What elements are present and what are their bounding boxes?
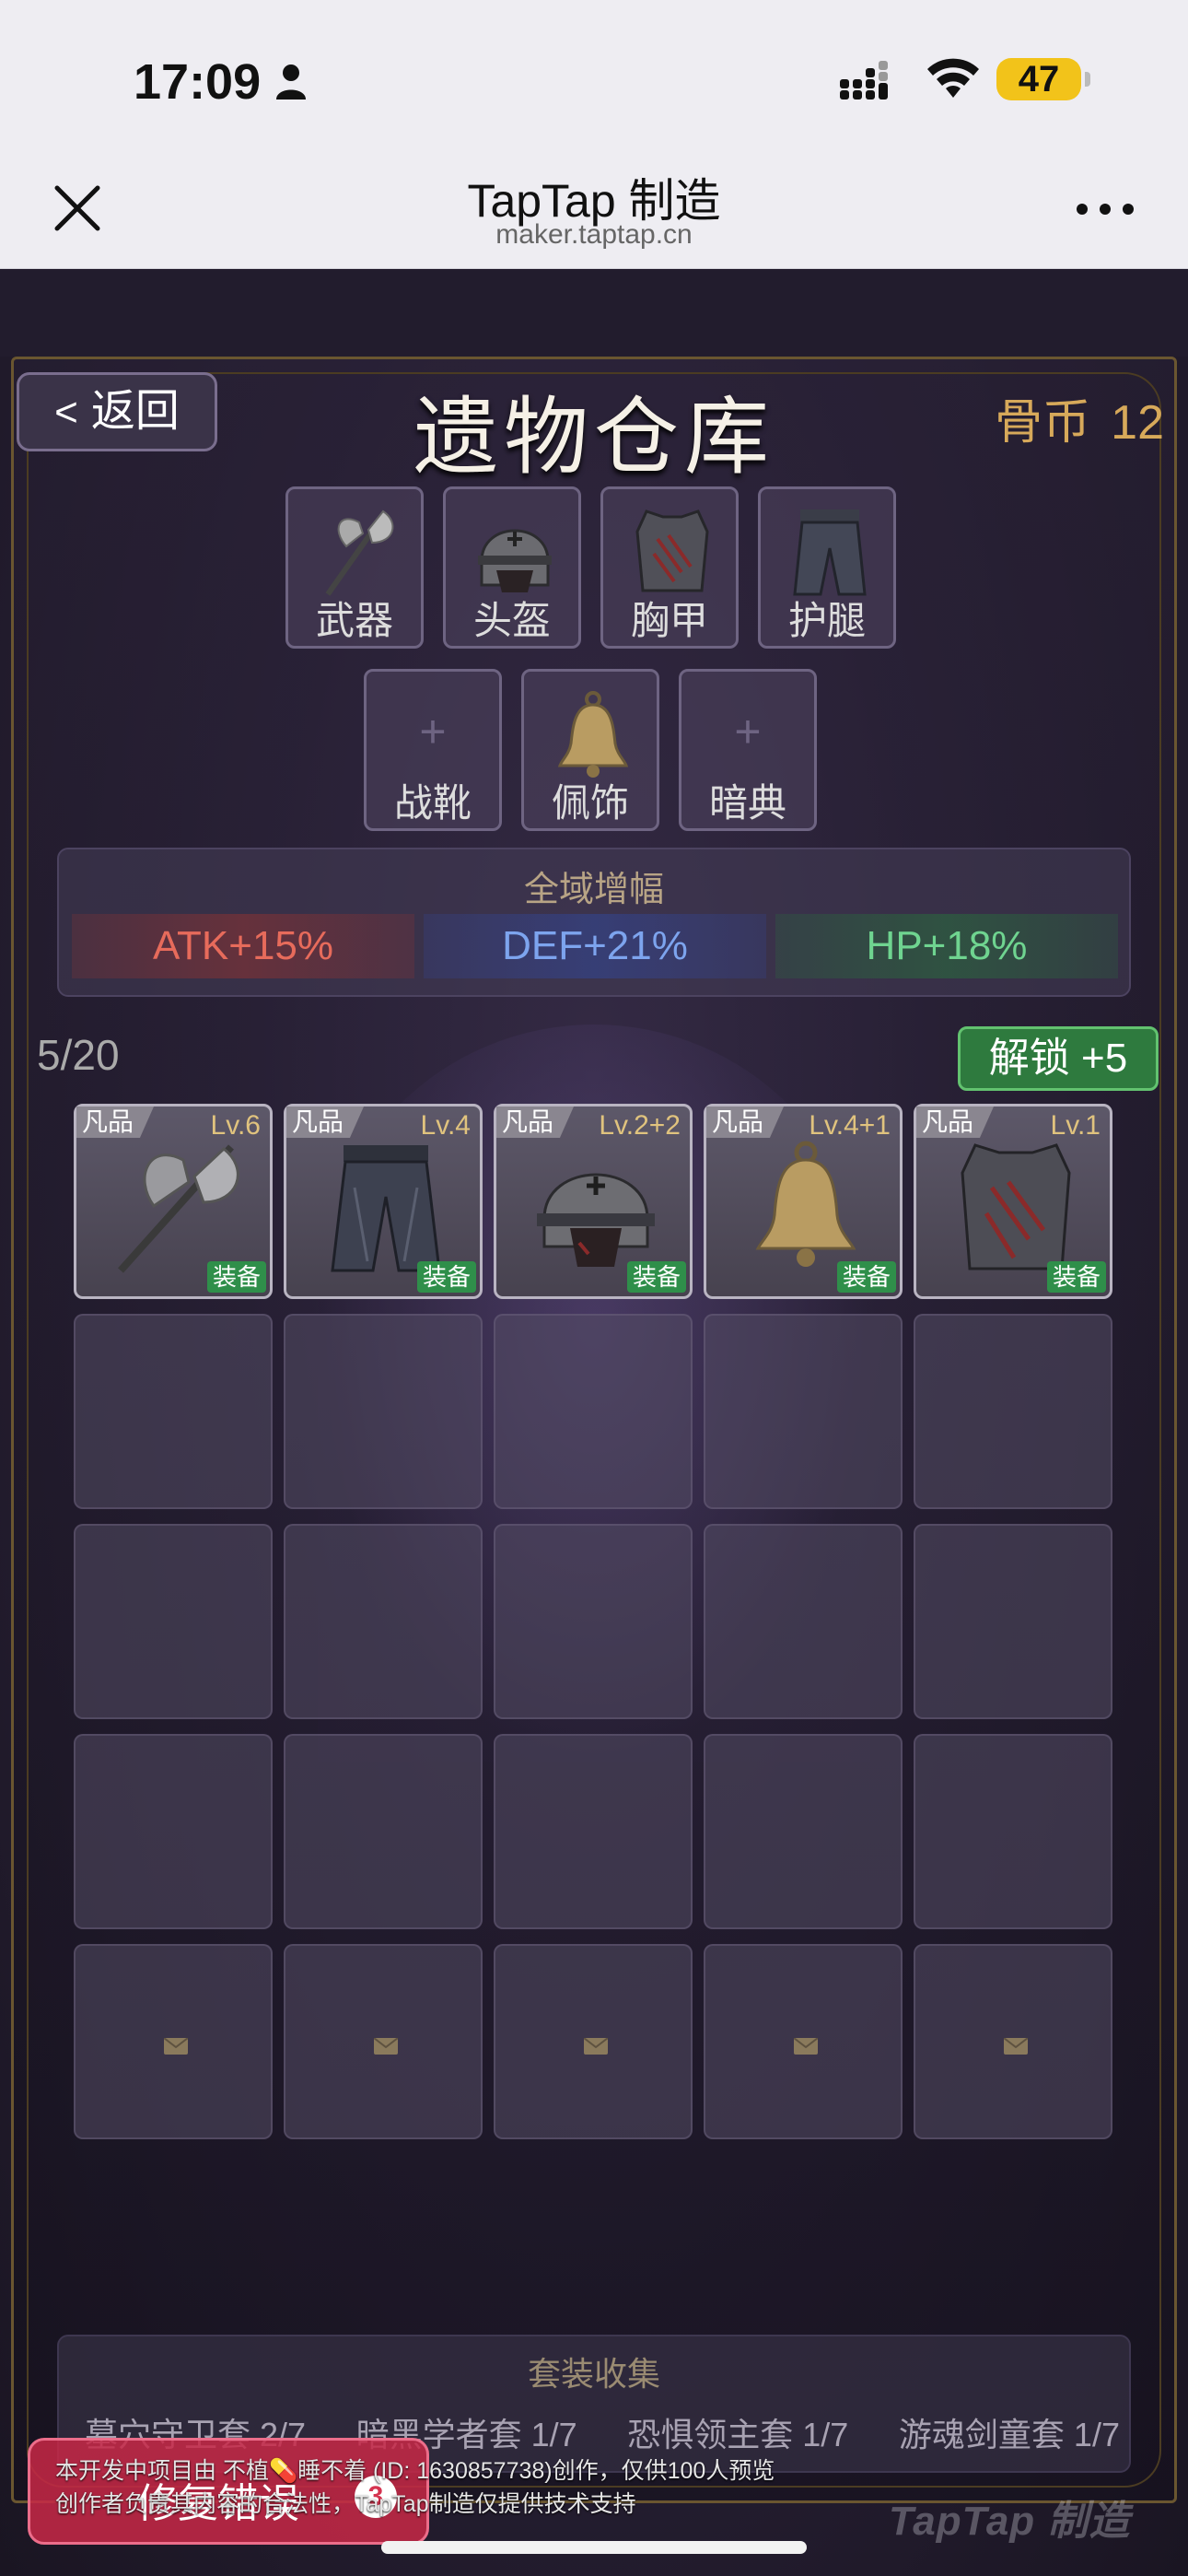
battery-indicator: 47 <box>996 58 1090 100</box>
item-level: Lv.4+1 <box>809 1110 891 1141</box>
equip-button[interactable]: 装备 <box>416 1261 476 1293</box>
helmet-icon <box>537 1173 655 1267</box>
chestplate-icon <box>635 509 709 592</box>
person-icon <box>276 64 306 100</box>
atk-boost: ATK+15% <box>72 914 414 978</box>
axe-icon <box>325 509 394 596</box>
envelope-icon <box>584 2038 608 2055</box>
empty-slot[interactable] <box>704 1524 903 1719</box>
cellular-signal-icon <box>840 61 888 100</box>
taptap-watermark: TapTap 制造 <box>889 2499 1131 2544</box>
slot-weapon[interactable]: 武器 <box>285 486 424 649</box>
item-level: Lv.1 <box>1050 1110 1101 1141</box>
def-boost: DEF+21% <box>424 914 766 978</box>
slot-helmet[interactable]: 头盔 <box>443 486 581 649</box>
envelope-icon <box>1004 2038 1028 2055</box>
bell-icon <box>755 1141 856 1267</box>
wifi-icon <box>927 58 979 98</box>
empty-slot[interactable] <box>914 1524 1112 1719</box>
locked-slot[interactable] <box>284 1944 483 2139</box>
empty-slot[interactable] <box>704 1734 903 1929</box>
empty-slot[interactable] <box>914 1734 1112 1929</box>
leggings-icon <box>331 1145 441 1272</box>
slot-leggings[interactable]: 护腿 <box>758 486 896 649</box>
helmet-icon <box>478 529 552 592</box>
inventory-item[interactable]: 凡品 Lv.1 装备 <box>914 1104 1112 1299</box>
empty-slot[interactable] <box>284 1524 483 1719</box>
empty-slot[interactable] <box>494 1314 693 1509</box>
set-item: 恐惧领主套 1/7 <box>627 2416 849 2453</box>
bone-coin-counter: 骨币 12 <box>995 396 1164 450</box>
equip-button[interactable]: 装备 <box>206 1261 266 1293</box>
locked-slot[interactable] <box>74 1944 273 2139</box>
axe-icon <box>118 1144 239 1273</box>
bell-icon <box>557 691 629 778</box>
home-indicator[interactable] <box>381 2541 807 2554</box>
item-level: Lv.6 <box>210 1110 261 1141</box>
empty-slot[interactable] <box>494 1734 693 1929</box>
more-icon[interactable] <box>1076 203 1135 216</box>
slot-dark-tome[interactable]: + 暗典 <box>679 669 817 831</box>
developer-notice: 本开发中项目由 不植💊睡不着 (ID: 1630857738)创作，仅供100人… <box>55 2458 775 2517</box>
envelope-icon <box>794 2038 818 2055</box>
hp-boost: HP+18% <box>775 914 1118 978</box>
item-level: Lv.2+2 <box>599 1110 681 1141</box>
leggings-icon <box>793 509 867 596</box>
empty-slot[interactable] <box>74 1524 273 1719</box>
empty-slot[interactable] <box>284 1734 483 1929</box>
equip-button[interactable]: 装备 <box>1046 1261 1106 1293</box>
inventory-item[interactable]: 凡品 Lv.4 装备 <box>284 1104 483 1299</box>
plus-icon: + <box>734 706 762 757</box>
locked-slot[interactable] <box>494 1944 693 2139</box>
unlock-button[interactable]: 解锁 +5 <box>958 1026 1159 1091</box>
browser-url: maker.taptap.cn <box>495 219 693 250</box>
inventory-capacity: 5/20 <box>37 1031 120 1079</box>
inventory-item[interactable]: 凡品 Lv.2+2 装备 <box>494 1104 693 1299</box>
slot-accessory[interactable]: 佩饰 <box>521 669 659 831</box>
empty-slot[interactable] <box>494 1524 693 1719</box>
empty-slot[interactable] <box>704 1314 903 1509</box>
equip-button[interactable]: 装备 <box>836 1261 896 1293</box>
empty-slot[interactable] <box>914 1314 1112 1509</box>
status-bar: 17:09 47 <box>0 0 1188 147</box>
browser-header: TapTap 制造 maker.taptap.cn <box>0 147 1188 269</box>
empty-slot[interactable] <box>74 1314 273 1509</box>
plus-icon: + <box>419 706 447 757</box>
equip-button[interactable]: 装备 <box>626 1261 686 1293</box>
set-item: 游魂剑童套 1/7 <box>898 2416 1120 2453</box>
locked-slot[interactable] <box>704 1944 903 2139</box>
locked-slot[interactable] <box>914 1944 1112 2139</box>
empty-slot[interactable] <box>74 1734 273 1929</box>
slot-chest[interactable]: 胸甲 <box>600 486 739 649</box>
envelope-icon <box>164 2038 188 2055</box>
slot-boots[interactable]: + 战靴 <box>364 669 502 831</box>
status-time: 17:09 <box>134 54 262 110</box>
inventory-item[interactable]: 凡品 Lv.6 装备 <box>74 1104 273 1299</box>
inventory-item[interactable]: 凡品 Lv.4+1 装备 <box>704 1104 903 1299</box>
item-level: Lv.4 <box>420 1110 471 1141</box>
envelope-icon <box>374 2038 398 2055</box>
empty-slot[interactable] <box>284 1314 483 1509</box>
global-boost-panel: 全域增幅 ATK+15% DEF+21% HP+18% <box>57 848 1131 997</box>
chestplate-icon <box>961 1143 1071 1270</box>
